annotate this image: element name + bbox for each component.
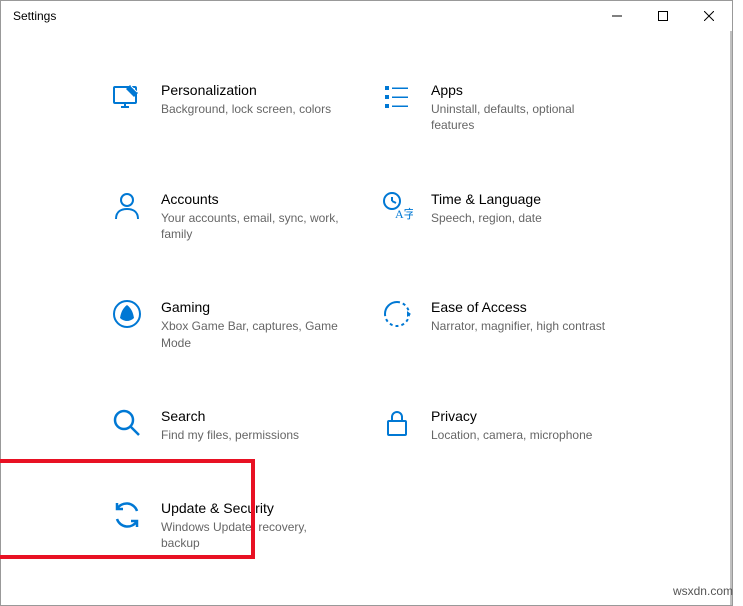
- tile-text: Apps Uninstall, defaults, optional featu…: [431, 81, 611, 134]
- tile-title: Search: [161, 407, 299, 425]
- watermark: wsxdn.com: [673, 584, 733, 598]
- svg-text:A字: A字: [395, 206, 413, 221]
- tile-privacy[interactable]: Privacy Location, camera, microphone: [381, 407, 641, 443]
- tile-title: Ease of Access: [431, 298, 605, 316]
- tile-desc: Background, lock screen, colors: [161, 101, 331, 117]
- window-controls: [594, 1, 732, 31]
- tile-text: Update & Security Windows Update, recove…: [161, 499, 341, 552]
- tile-desc: Speech, region, date: [431, 210, 542, 226]
- apps-icon: [381, 81, 413, 113]
- tile-title: Time & Language: [431, 190, 542, 208]
- scrollbar[interactable]: [730, 31, 732, 605]
- tile-title: Apps: [431, 81, 611, 99]
- minimize-button[interactable]: [594, 1, 640, 31]
- settings-grid: Personalization Background, lock screen,…: [111, 81, 672, 552]
- tile-desc: Xbox Game Bar, captures, Game Mode: [161, 318, 341, 350]
- tile-desc: Find my files, permissions: [161, 427, 299, 443]
- tile-title: Update & Security: [161, 499, 341, 517]
- tile-desc: Uninstall, defaults, optional features: [431, 101, 611, 133]
- close-button[interactable]: [686, 1, 732, 31]
- tile-apps[interactable]: Apps Uninstall, defaults, optional featu…: [381, 81, 641, 134]
- privacy-icon: [381, 407, 413, 439]
- tile-title: Personalization: [161, 81, 331, 99]
- search-icon: [111, 407, 143, 439]
- tile-title: Privacy: [431, 407, 592, 425]
- content-area: Personalization Background, lock screen,…: [1, 31, 732, 572]
- window-title: Settings: [13, 9, 56, 23]
- tile-text: Ease of Access Narrator, magnifier, high…: [431, 298, 605, 334]
- tile-desc: Location, camera, microphone: [431, 427, 592, 443]
- tile-text: Accounts Your accounts, email, sync, wor…: [161, 190, 341, 243]
- accounts-icon: [111, 190, 143, 222]
- tile-accounts[interactable]: Accounts Your accounts, email, sync, wor…: [111, 190, 371, 243]
- titlebar: Settings: [1, 1, 732, 31]
- tile-ease-of-access[interactable]: Ease of Access Narrator, magnifier, high…: [381, 298, 641, 351]
- personalization-icon: [111, 81, 143, 113]
- tile-text: Privacy Location, camera, microphone: [431, 407, 592, 443]
- tile-text: Time & Language Speech, region, date: [431, 190, 542, 226]
- tile-text: Personalization Background, lock screen,…: [161, 81, 331, 117]
- tile-desc: Windows Update, recovery, backup: [161, 519, 341, 551]
- maximize-button[interactable]: [640, 1, 686, 31]
- tile-text: Search Find my files, permissions: [161, 407, 299, 443]
- tile-title: Gaming: [161, 298, 341, 316]
- tile-desc: Narrator, magnifier, high contrast: [431, 318, 605, 334]
- gaming-icon: [111, 298, 143, 330]
- settings-window: Settings: [0, 0, 733, 606]
- ease-of-access-icon: [381, 298, 413, 330]
- time-language-icon: A字: [381, 190, 413, 222]
- tile-personalization[interactable]: Personalization Background, lock screen,…: [111, 81, 371, 134]
- tile-time-language[interactable]: A字 Time & Language Speech, region, date: [381, 190, 641, 243]
- tile-desc: Your accounts, email, sync, work, family: [161, 210, 341, 242]
- update-security-icon: [111, 499, 143, 531]
- tile-update-security[interactable]: Update & Security Windows Update, recove…: [111, 499, 371, 552]
- tile-search[interactable]: Search Find my files, permissions: [111, 407, 371, 443]
- tile-text: Gaming Xbox Game Bar, captures, Game Mod…: [161, 298, 341, 351]
- tile-gaming[interactable]: Gaming Xbox Game Bar, captures, Game Mod…: [111, 298, 371, 351]
- tile-title: Accounts: [161, 190, 341, 208]
